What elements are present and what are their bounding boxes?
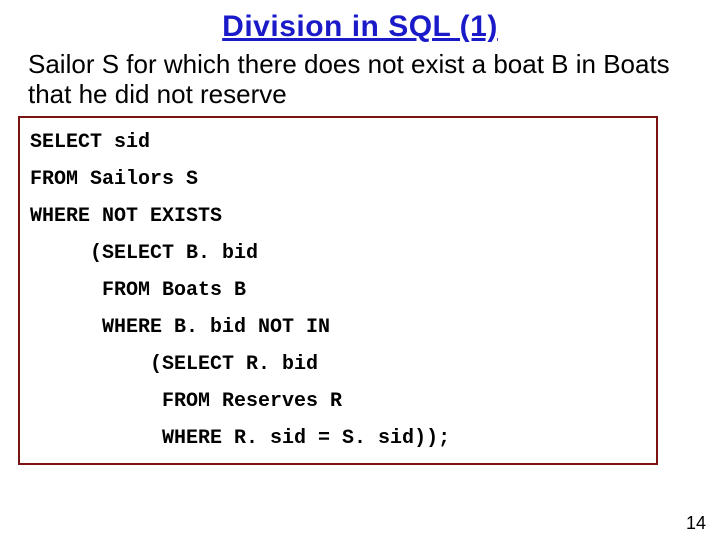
code-line: WHERE NOT EXISTS (30, 205, 222, 228)
code-line: (SELECT B. bid (30, 242, 258, 265)
code-line: FROM Boats B (30, 279, 246, 302)
sql-code-block: SELECT sid FROM Sailors S WHERE NOT EXIS… (18, 116, 658, 465)
code-line: SELECT sid (30, 131, 150, 154)
code-line: (SELECT R. bid (30, 353, 318, 376)
code-line: WHERE R. sid = S. sid)); (30, 427, 450, 450)
code-line: FROM Reserves R (30, 390, 342, 413)
slide-title: Division in SQL (1) (0, 10, 720, 44)
code-line: FROM Sailors S (30, 168, 198, 191)
slide: Division in SQL (1) Sailor S for which t… (0, 10, 720, 540)
code-line: WHERE B. bid NOT IN (30, 316, 330, 339)
slide-description: Sailor S for which there does not exist … (28, 50, 692, 110)
page-number: 14 (686, 513, 706, 534)
